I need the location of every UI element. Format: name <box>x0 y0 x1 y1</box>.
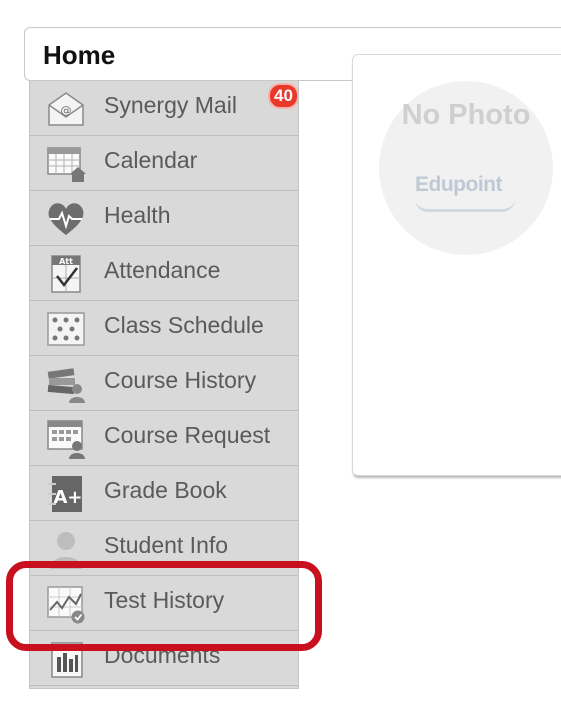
sidebar-item-test-history[interactable]: Test History <box>30 576 298 631</box>
sidebar-item-label: Course History <box>104 367 257 393</box>
grade-book-icon: A+ <box>46 474 86 514</box>
svg-text:A+: A+ <box>53 487 82 508</box>
sidebar-item-label: Class Schedule <box>104 312 264 338</box>
sidebar-item-label: Test History <box>104 587 225 613</box>
student-photo-placeholder: No Photo Edupoint <box>379 81 553 255</box>
sidebar-item-course-request[interactable]: Course Request <box>30 411 298 466</box>
documents-icon <box>46 639 86 679</box>
calendar-icon <box>46 144 86 184</box>
class-schedule-icon <box>46 309 86 349</box>
sidebar-item-course-history[interactable]: Course History <box>30 356 298 411</box>
sidebar-item-label: Student Info <box>104 532 229 558</box>
course-history-icon <box>46 364 86 404</box>
sidebar-item-label: Grade Book <box>104 477 227 503</box>
test-history-icon <box>46 584 86 624</box>
sidebar-item-label: Calendar <box>104 147 198 173</box>
sidebar-item-documents[interactable]: Documents <box>30 631 298 686</box>
sidebar-nav: @ Synergy Mail 40 Calendar Health Att At… <box>29 81 299 689</box>
no-photo-text: No Photo <box>401 99 531 131</box>
svg-text:@: @ <box>61 104 72 117</box>
sidebar-item-synergy-mail[interactable]: @ Synergy Mail 40 <box>30 81 298 136</box>
heart-icon <box>46 199 86 239</box>
sidebar-item-class-schedule[interactable]: Class Schedule <box>30 301 298 356</box>
student-info-icon <box>46 529 86 569</box>
svg-text:Att: Att <box>59 257 73 266</box>
unread-count-badge: 40 <box>268 83 298 109</box>
sidebar-item-calendar[interactable]: Calendar <box>30 136 298 191</box>
sidebar-item-label: Documents <box>104 642 221 668</box>
page-title: Home <box>43 40 116 70</box>
sidebar-item-label: Attendance <box>104 257 221 283</box>
sidebar-item-student-info[interactable]: Student Info <box>30 521 298 576</box>
sidebar-item-attendance[interactable]: Att Attendance <box>30 246 298 301</box>
attendance-icon: Att <box>46 254 86 294</box>
edupoint-logo: Edupoint <box>415 173 502 196</box>
sidebar-item-label: Synergy Mail <box>104 92 237 118</box>
logo-swoosh <box>415 199 515 212</box>
sidebar-item-health[interactable]: Health <box>30 191 298 246</box>
sidebar-item-label: Health <box>104 202 171 228</box>
sidebar-item-label: Course Request <box>104 422 271 448</box>
mail-icon: @ <box>46 89 86 129</box>
student-photo-card: No Photo Edupoint <box>352 54 561 476</box>
sidebar-item-grade-book[interactable]: A+ Grade Book <box>30 466 298 521</box>
course-request-icon <box>46 419 86 459</box>
